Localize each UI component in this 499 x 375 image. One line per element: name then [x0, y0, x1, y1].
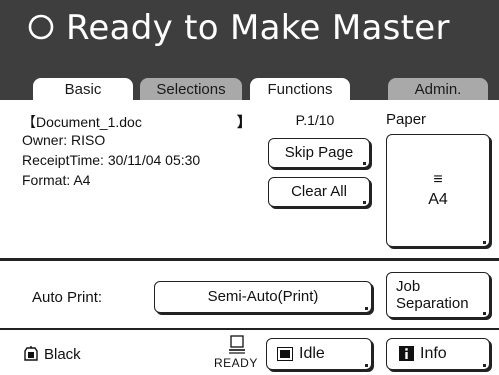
document-title-bracket: 】	[237, 114, 251, 130]
tab-basic[interactable]: Basic	[33, 78, 133, 102]
idle-button[interactable]: Idle	[266, 338, 372, 370]
auto-print-value: Semi-Auto(Print)	[207, 288, 319, 305]
clear-all-label: Clear All	[291, 183, 347, 200]
corner-mark-icon	[363, 162, 366, 165]
drum-color-label: Black	[44, 346, 81, 363]
job-separation-label-line1: Job	[396, 278, 421, 295]
circle-outline-icon	[28, 14, 54, 40]
status-title: Ready to Make Master	[66, 8, 450, 48]
info-label: Info	[420, 345, 447, 362]
info-button[interactable]: Info	[386, 338, 490, 370]
document-receipt-time: ReceiptTime: 30/11/04 05:30	[22, 152, 201, 168]
tab-admin[interactable]: Admin.	[388, 78, 488, 100]
document-title: 【Document_1.doc	[22, 114, 142, 130]
corner-mark-icon	[483, 312, 486, 315]
paper-size-value: A4	[428, 191, 448, 208]
document-owner: Owner: RISO	[22, 132, 106, 148]
corner-mark-icon	[483, 241, 486, 244]
corner-mark-icon	[363, 201, 366, 204]
ready-status-label: READY	[214, 356, 258, 370]
auto-print-label: Auto Print:	[32, 289, 103, 306]
job-separation-label-line2: Separation	[396, 295, 469, 312]
job-separation-button[interactable]: Job Separation	[386, 272, 490, 318]
paper-button[interactable]: ≡ A4	[386, 134, 490, 247]
footer-divider	[0, 328, 499, 330]
auto-print-dropdown[interactable]: Semi-Auto(Print)	[154, 281, 372, 313]
screen-icon	[277, 346, 293, 361]
corner-mark-icon	[365, 364, 368, 367]
paper-label: Paper	[386, 111, 427, 128]
clear-all-button[interactable]: Clear All	[268, 177, 370, 207]
skip-page-button[interactable]: Skip Page	[268, 138, 370, 168]
info-icon	[399, 346, 414, 362]
page-indicator: P.1/10	[295, 112, 335, 128]
idle-label: Idle	[299, 345, 325, 362]
corner-mark-icon	[483, 364, 486, 367]
tab-functions[interactable]: Functions	[250, 78, 350, 102]
printer-ready-icon	[229, 335, 245, 354]
paper-feed-icon: ≡	[433, 171, 443, 188]
tab-selections[interactable]: Selections	[140, 78, 242, 100]
ink-drum-icon	[24, 346, 38, 361]
section-divider	[0, 258, 499, 261]
document-format: Format: A4	[22, 172, 91, 188]
corner-mark-icon	[365, 307, 368, 310]
skip-page-label: Skip Page	[284, 144, 354, 161]
